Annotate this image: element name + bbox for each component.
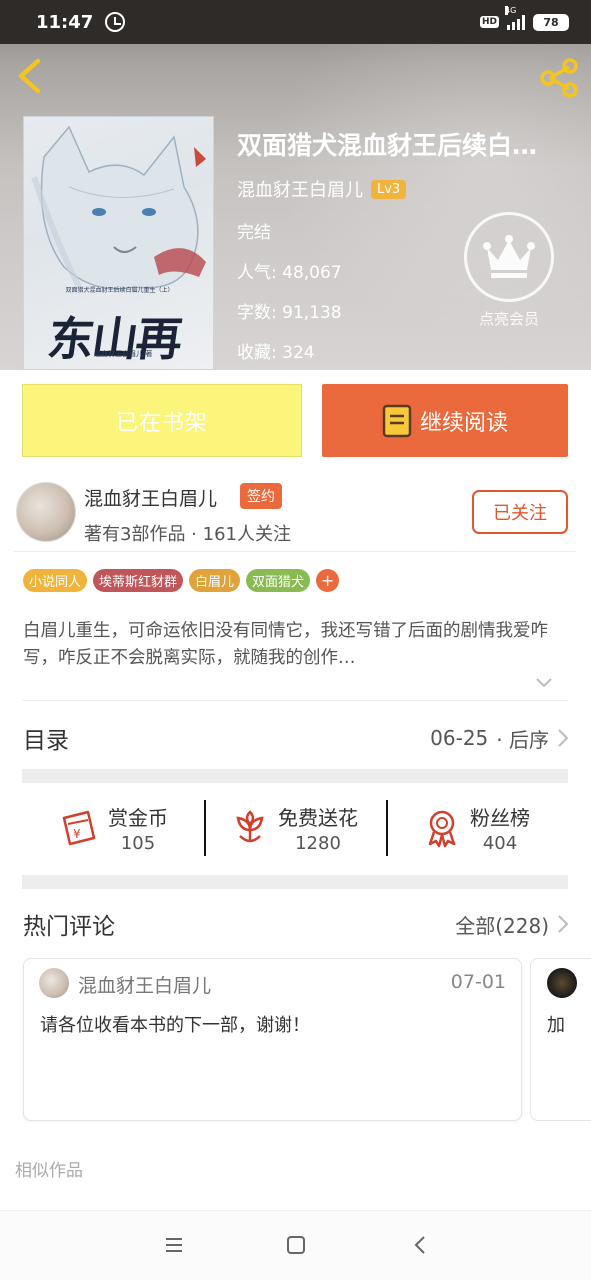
book-favorites: 收藏: 324 <box>237 343 315 363</box>
author-stats: 著有3部作品 · 161人关注 <box>84 524 291 545</box>
follow-button[interactable]: 已关注 <box>472 490 568 534</box>
tag-chip[interactable]: 小说同人 <box>23 569 88 592</box>
divider <box>22 700 568 701</box>
back-icon[interactable] <box>14 58 44 94</box>
contract-badge: 签约 <box>240 483 282 509</box>
continue-reading-label: 继续阅读 <box>419 410 508 436</box>
share-icon[interactable] <box>539 58 579 98</box>
section-divider <box>22 769 568 783</box>
table-of-contents-row[interactable]: 目录 06-25 · 后序 <box>23 718 569 758</box>
book-cover[interactable]: 双面猎犬混血豺王后续白眉儿重生（上） 东山再起 混血豺王白眉儿/著 <box>23 116 214 370</box>
support-row: ¥ 赏金币 105 免费送花 1280 粉丝榜 404 <box>22 796 568 860</box>
hd-icon: HD <box>479 16 499 28</box>
book-header: 11:47 HD 4G 78 双面猎犬混血豺王后续白眉儿重生（上） 东山再起 混… <box>0 0 591 370</box>
system-nav-bar <box>0 1210 591 1280</box>
network-label: 4G <box>505 6 517 15</box>
flower-icon <box>236 810 264 843</box>
back-nav-icon[interactable] <box>408 1233 432 1257</box>
chevron-right-icon <box>558 729 569 747</box>
menu-icon[interactable] <box>162 1233 186 1257</box>
book-author[interactable]: 混血豺王白眉儿 <box>237 176 363 202</box>
add-tag-button[interactable]: + <box>316 569 340 592</box>
alarm-icon <box>105 12 126 32</box>
toc-title: 目录 <box>23 728 69 754</box>
cover-title: 东山再起 <box>44 312 185 366</box>
medal-icon <box>428 810 456 848</box>
section-divider <box>22 875 568 889</box>
toc-meta: 06-25 · 后序 <box>430 724 569 753</box>
book-title: 双面猎犬混血豺王后续白… <box>237 131 538 160</box>
avatar[interactable] <box>547 968 577 998</box>
fan-ranking-label: 粉丝榜 <box>470 806 530 830</box>
book-icon <box>382 404 412 437</box>
chevron-right-icon <box>558 915 569 933</box>
send-flower-label: 免费送花 <box>278 806 358 830</box>
comment-date: 07-01 <box>450 971 506 993</box>
toc-date: 06-25 <box>430 726 489 750</box>
similar-works-title: 相似作品 <box>15 1161 83 1181</box>
svg-text:¥: ¥ <box>73 827 81 841</box>
status-time: 11:47 <box>36 11 94 33</box>
status-indicators: HD 4G 78 <box>479 6 569 31</box>
avatar[interactable] <box>39 968 69 998</box>
cover-subtitle: 双面猎犬混血豺王后续白眉儿重生（上） <box>65 287 174 294</box>
book-author-line: 混血豺王白眉儿 Lv3 <box>237 176 582 202</box>
tag-chip[interactable]: 埃蒂斯红豺群 <box>93 569 184 592</box>
in-shelf-button[interactable]: 已在书架 <box>22 384 302 457</box>
toc-sort: · 后序 <box>496 727 549 752</box>
tag-chip[interactable]: 白眉儿 <box>189 569 241 592</box>
avatar[interactable] <box>16 482 76 542</box>
battery-icon: 78 <box>533 13 569 31</box>
all-comments-link[interactable]: 全部(228) <box>455 910 569 939</box>
hot-comments-header: 热门评论 全部(228) <box>23 904 569 944</box>
reward-coin-icon: ¥ <box>62 810 96 846</box>
fan-ranking-button[interactable]: 粉丝榜 404 <box>386 796 568 860</box>
tag-list: 小说同人 埃蒂斯红豺群 白眉儿 双面猎犬 + <box>23 569 340 592</box>
cover-author: 混血豺王白眉儿/著 <box>94 350 153 358</box>
action-buttons: 已在书架 继续阅读 <box>22 384 568 457</box>
all-comments-label: 全部(228) <box>455 913 549 938</box>
fan-ranking-count: 404 <box>482 833 518 854</box>
comment-user[interactable]: 混血豺王白眉儿 <box>78 971 211 998</box>
status-bar: 11:47 HD 4G 78 <box>0 0 591 44</box>
vip-button[interactable]: 点亮会员 <box>459 212 559 329</box>
book-description[interactable]: 白眉儿重生，可命运依旧没有同情它，我还写错了后面的剧情我爱咋写，咋反正不会脱离实… <box>23 618 569 672</box>
home-icon[interactable] <box>284 1233 308 1257</box>
author-name[interactable]: 混血豺王白眉儿 <box>84 484 217 511</box>
author-card[interactable]: 混血豺王白眉儿 签约 著有3部作品 · 161人关注 已关注 <box>14 480 576 552</box>
comment-card[interactable]: 混血豺王白眉儿 07-01 请各位收看本书的下一部，谢谢！ <box>23 958 522 1121</box>
chevron-down-icon[interactable] <box>534 676 554 690</box>
reward-coin-count: 105 <box>120 833 156 854</box>
comment-text: 加 <box>547 1015 565 1036</box>
signal-icon: 4G <box>505 6 525 30</box>
crown-icon <box>464 212 554 302</box>
vip-label: 点亮会员 <box>478 310 539 328</box>
comment-card[interactable]: 加 <box>530 958 591 1121</box>
reward-coin-button[interactable]: ¥ 赏金币 105 <box>22 796 204 860</box>
comment-text: 请各位收看本书的下一部，谢谢！ <box>40 1015 310 1036</box>
send-flower-count: 1280 <box>295 833 341 854</box>
continue-reading-button[interactable]: 继续阅读 <box>322 384 568 457</box>
reward-coin-label: 赏金币 <box>108 806 168 830</box>
tag-chip[interactable]: 双面猎犬 <box>246 569 311 592</box>
hot-comments-title: 热门评论 <box>23 914 115 940</box>
level-badge: Lv3 <box>371 179 407 199</box>
send-flower-button[interactable]: 免费送花 1280 <box>204 796 386 860</box>
